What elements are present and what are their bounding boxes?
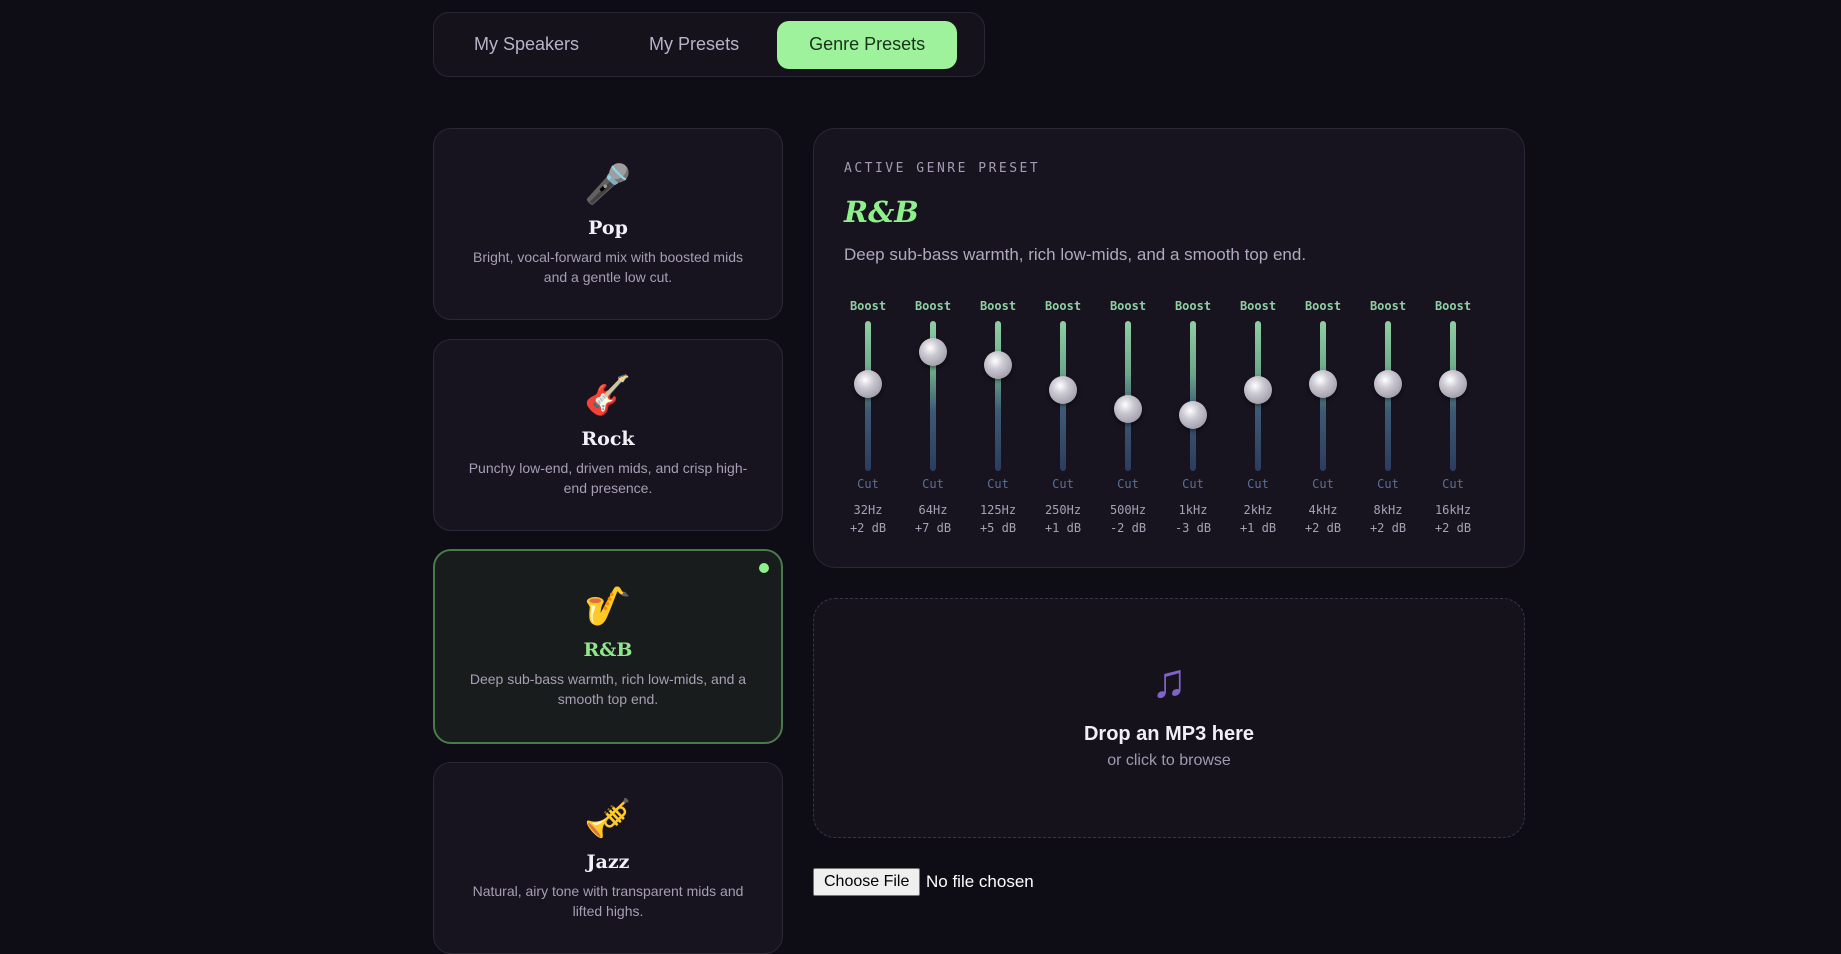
eq-frequency-label: 500Hz — [1109, 503, 1147, 517]
active-preset-title: R&B — [844, 195, 919, 229]
eq-slider-track[interactable] — [995, 321, 1001, 471]
eq-slider-track[interactable] — [1190, 321, 1196, 471]
cut-label: Cut — [1052, 477, 1074, 491]
eq-band-2khz: Boost Cut 2kHz +1 dB — [1233, 299, 1283, 535]
eq-gain-label: +2 dB — [849, 521, 887, 535]
eq-frequency-label: 32Hz — [853, 503, 883, 517]
genre-name: R&B — [583, 639, 633, 661]
cut-label: Cut — [1442, 477, 1464, 491]
eq-band-64hz: Boost Cut 64Hz +7 dB — [908, 299, 958, 535]
eq-band-16khz: Boost Cut 16kHz +2 dB — [1428, 299, 1478, 535]
saxophone-icon: 🎷 — [584, 586, 632, 628]
eq-slider-knob[interactable] — [854, 369, 882, 398]
eq-slider-knob[interactable] — [1049, 375, 1077, 404]
trumpet-icon: 🎺 — [584, 798, 632, 840]
eq-gain-label: +1 dB — [1239, 521, 1277, 535]
eq-gain-label: +2 dB — [1369, 521, 1407, 535]
genre-card-jazz[interactable]: 🎺 Jazz Natural, airy tone with transpare… — [433, 762, 783, 954]
cut-label: Cut — [987, 477, 1009, 491]
eq-band-500hz: Boost Cut 500Hz -2 dB — [1103, 299, 1153, 535]
eq-slider-knob[interactable] — [1244, 375, 1272, 404]
boost-label: Boost — [1434, 299, 1472, 313]
eq-frequency-label: 250Hz — [1044, 503, 1082, 517]
eq-band-4khz: Boost Cut 4kHz +2 dB — [1298, 299, 1348, 535]
eq-band-125hz: Boost Cut 125Hz +5 dB — [973, 299, 1023, 535]
eq-band-250hz: Boost Cut 250Hz +1 dB — [1038, 299, 1088, 535]
active-preset-panel: ACTIVE GENRE PRESET R&B Deep sub-bass wa… — [813, 128, 1525, 568]
eq-band-1khz: Boost Cut 1kHz -3 dB — [1168, 299, 1218, 535]
boost-label: Boost — [849, 299, 887, 313]
eq-gain-label: -2 dB — [1109, 521, 1147, 535]
genre-name: Rock — [581, 428, 635, 450]
cut-label: Cut — [1377, 477, 1399, 491]
cut-label: Cut — [1117, 477, 1139, 491]
cut-label: Cut — [1312, 477, 1334, 491]
choose-file-button[interactable]: Choose File — [813, 868, 921, 896]
eq-gain-label: +1 dB — [1044, 521, 1082, 535]
mp3-dropzone[interactable]: ♫ Drop an MP3 here or click to browse — [813, 598, 1525, 838]
cut-label: Cut — [922, 477, 944, 491]
genre-name: Pop — [588, 217, 628, 239]
boost-label: Boost — [1369, 299, 1407, 313]
microphone-icon: 🎤 — [584, 164, 632, 206]
tab-genre-presets[interactable]: Genre Presets — [777, 20, 958, 69]
boost-label: Boost — [1304, 299, 1342, 313]
active-preset-description: Deep sub-bass warmth, rich low-mids, and… — [844, 245, 1307, 264]
eq-slider-knob[interactable] — [1309, 369, 1337, 398]
eq-slider-knob[interactable] — [1374, 369, 1402, 398]
dropzone-subtitle: or click to browse — [1107, 752, 1231, 769]
genre-name: Jazz — [586, 851, 630, 873]
boost-label: Boost — [1044, 299, 1082, 313]
tab-bar: My Speakers My Presets Genre Presets — [433, 12, 985, 77]
guitar-icon: 🎸 — [584, 375, 632, 417]
eq-slider-knob[interactable] — [984, 350, 1012, 379]
eq-gain-label: +2 dB — [1434, 521, 1472, 535]
eq-frequency-label: 16kHz — [1434, 503, 1472, 517]
boost-label: Boost — [914, 299, 952, 313]
genre-card-pop[interactable]: 🎤 Pop Bright, vocal-forward mix with boo… — [433, 128, 783, 320]
eq-frequency-label: 8kHz — [1373, 503, 1403, 517]
eq-frequency-label: 125Hz — [979, 503, 1017, 517]
eq-frequency-label: 2kHz — [1243, 503, 1273, 517]
genre-description: Bright, vocal-forward mix with boosted m… — [473, 249, 743, 285]
tab-my-presets[interactable]: My Presets — [617, 21, 771, 69]
eq-slider-knob[interactable] — [1439, 369, 1467, 398]
eq-gain-label: +5 dB — [979, 521, 1017, 535]
eq-band-8khz: Boost Cut 8kHz +2 dB — [1363, 299, 1413, 535]
music-note-icon: ♫ — [1151, 655, 1187, 708]
eq-slider-knob[interactable] — [1179, 400, 1207, 429]
file-status: No file chosen — [926, 872, 1034, 891]
genre-description: Deep sub-bass warmth, rich low-mids, and… — [469, 671, 747, 707]
eq-gain-label: +2 dB — [1304, 521, 1342, 535]
eq-slider-knob[interactable] — [919, 338, 947, 367]
dropzone-title: Drop an MP3 here — [1083, 723, 1255, 745]
genre-description: Natural, airy tone with transparent mids… — [472, 883, 744, 919]
eq-gain-label: -3 dB — [1174, 521, 1212, 535]
boost-label: Boost — [1174, 299, 1212, 313]
tab-my-speakers[interactable]: My Speakers — [442, 21, 611, 69]
boost-label: Boost — [1239, 299, 1277, 313]
genre-card-rock[interactable]: 🎸 Rock Punchy low-end, driven mids, and … — [433, 339, 783, 531]
eq-slider-knob[interactable] — [1114, 394, 1142, 423]
eq-band-32hz: Boost Cut 32Hz +2 dB — [843, 299, 893, 535]
selected-indicator — [759, 563, 769, 573]
boost-label: Boost — [979, 299, 1017, 313]
eq-frequency-label: 1kHz — [1178, 503, 1208, 517]
cut-label: Cut — [1247, 477, 1269, 491]
active-preset-label: ACTIVE GENRE PRESET — [844, 161, 1041, 176]
eq-frequency-label: 64Hz — [918, 503, 948, 517]
cut-label: Cut — [1182, 477, 1204, 491]
boost-label: Boost — [1109, 299, 1147, 313]
cut-label: Cut — [857, 477, 879, 491]
genre-card-rnb[interactable]: 🎷 R&B Deep sub-bass warmth, rich low-mid… — [433, 549, 783, 744]
eq-gain-label: +7 dB — [914, 521, 952, 535]
eq-frequency-label: 4kHz — [1308, 503, 1338, 517]
genre-description: Punchy low-end, driven mids, and crisp h… — [468, 460, 748, 496]
